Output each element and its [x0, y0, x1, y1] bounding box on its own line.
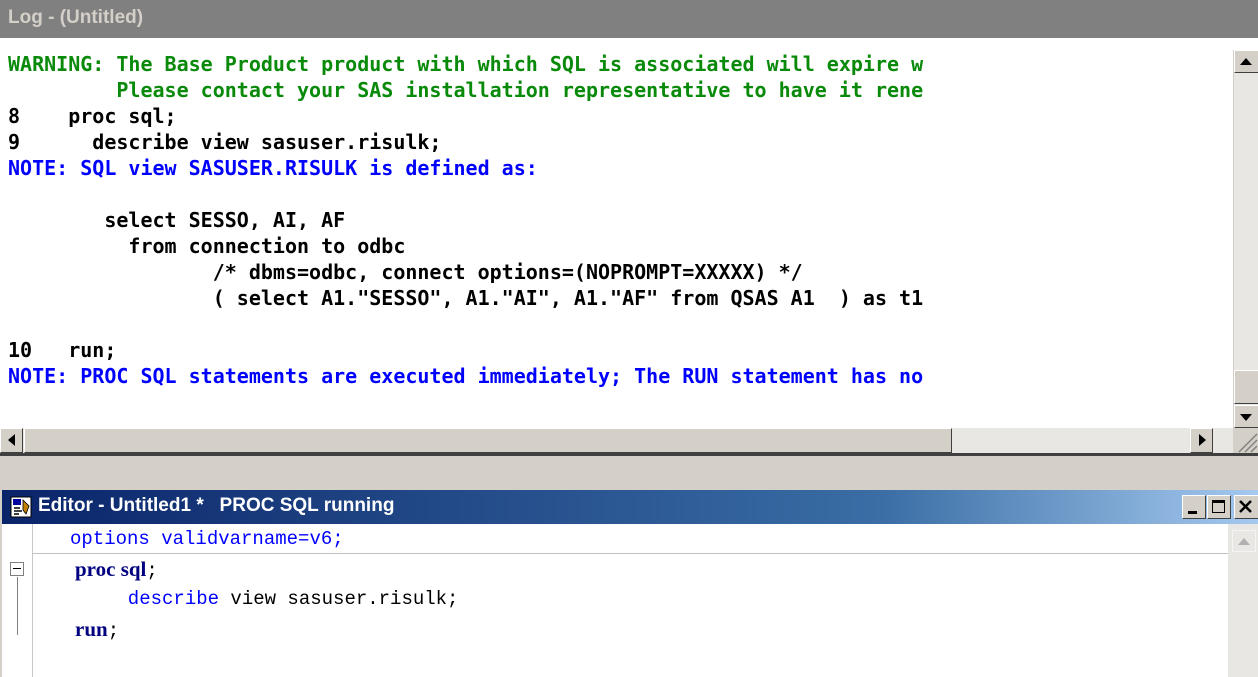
log-line-text: WARNING: The Base Product product with w…: [8, 52, 924, 76]
arrow-down-icon: [1240, 414, 1252, 421]
minimize-icon: [1188, 511, 1197, 514]
arrow-left-icon: [8, 434, 15, 446]
log-vertical-scroll-thumb[interactable]: [1234, 370, 1258, 404]
log-line-text: select SESSO, AI, AF: [8, 208, 346, 232]
editor-code-token: view sasuser.risulk;: [230, 588, 459, 610]
log-line-text: NOTE: SQL view SASUSER.RISULK is defined…: [8, 156, 538, 180]
log-scroll-up-button[interactable]: [1234, 50, 1258, 73]
log-line: NOTE: SQL view SASUSER.RISULK is defined…: [8, 155, 538, 181]
editor-title: Editor - Untitled1 * PROC SQL running: [38, 495, 395, 516]
arrow-right-icon: [1199, 434, 1206, 446]
log-scroll-right-button[interactable]: [1190, 428, 1213, 453]
editor-window: Editor - Untitled1 * PROC SQL running op…: [0, 490, 1258, 677]
editor-code-area[interactable]: options validvarname=v6; proc sql; descri…: [2, 524, 1228, 677]
arrow-up-icon: [1240, 58, 1252, 65]
log-line: WARNING: The Base Product product with w…: [8, 51, 923, 77]
log-line-text: describe view sasuser.risulk;: [8, 130, 442, 154]
collapse-icon[interactable]: [10, 562, 24, 576]
log-line-number: 9: [8, 130, 21, 154]
log-line: ( select A1."SESSO", A1."AI", A1."AF" fr…: [8, 285, 923, 311]
log-line-text: NOTE: PROC SQL statements are executed i…: [8, 364, 924, 388]
restore-icon: [1212, 500, 1225, 513]
log-line-number: 8: [8, 104, 21, 128]
editor-code-token: options validvarname=v6;: [70, 528, 344, 550]
editor-code-line: proc sql;: [75, 554, 158, 584]
sas-editor-icon: [10, 496, 32, 518]
editor-code-token: ;: [107, 620, 120, 642]
close-button[interactable]: [1234, 495, 1258, 519]
log-line: Please contact your SAS installation rep…: [8, 77, 923, 103]
minimize-button[interactable]: [1182, 495, 1206, 519]
log-text-area[interactable]: WARNING: The Base Product product with w…: [0, 38, 1233, 428]
maximize-button[interactable]: [1207, 495, 1231, 519]
editor-code-line: options validvarname=v6;: [70, 524, 344, 554]
window-border: [0, 453, 1258, 456]
editor-code-token: describe: [105, 588, 231, 610]
log-titlebar[interactable]: Log - (Untitled): [0, 0, 1258, 38]
log-scroll-left-button[interactable]: [0, 428, 23, 453]
log-line: 8 proc sql;: [8, 103, 177, 129]
code-block-line: [17, 577, 18, 635]
log-line-text: /* dbms=odbc, connect options=(NOPROMPT=…: [8, 260, 803, 284]
log-line-text: Please contact your SAS installation rep…: [8, 78, 924, 102]
editor-scroll-up-button[interactable]: [1232, 530, 1256, 552]
log-line-text: ( select A1."SESSO", A1."AI", A1."AF" fr…: [8, 286, 924, 310]
log-line: select SESSO, AI, AF: [8, 207, 345, 233]
editor-code-line: run;: [75, 614, 119, 644]
log-horizontal-scrollbar[interactable]: [0, 428, 1233, 453]
log-line: from connection to odbc: [8, 233, 405, 259]
log-window: Log - (Untitled) WARNING: The Base Produ…: [0, 0, 1258, 456]
editor-code-line: describe view sasuser.risulk;: [105, 584, 459, 614]
resize-grip-icon[interactable]: [1233, 428, 1258, 453]
log-line-text: from connection to odbc: [8, 234, 406, 258]
editor-code-token: proc sql: [75, 557, 147, 581]
editor-vertical-scrollbar[interactable]: [1228, 524, 1258, 677]
editor-code-token: ;: [146, 560, 158, 582]
log-vertical-scrollbar[interactable]: [1233, 50, 1258, 428]
editor-titlebar[interactable]: Editor - Untitled1 * PROC SQL running: [2, 490, 1258, 524]
arrow-up-icon: [1238, 538, 1250, 545]
log-line-number: 10: [8, 338, 33, 362]
log-horizontal-scroll-thumb[interactable]: [24, 428, 952, 453]
log-scroll-down-button[interactable]: [1234, 405, 1258, 428]
editor-code-token: run: [75, 617, 108, 641]
log-title: Log - (Untitled): [8, 7, 144, 28]
close-icon: [1239, 500, 1252, 513]
log-line: /* dbms=odbc, connect options=(NOPROMPT=…: [8, 259, 803, 285]
log-line: 10 run;: [8, 337, 116, 363]
log-line: NOTE: PROC SQL statements are executed i…: [8, 363, 923, 389]
log-line: 9 describe view sasuser.risulk;: [8, 129, 441, 155]
